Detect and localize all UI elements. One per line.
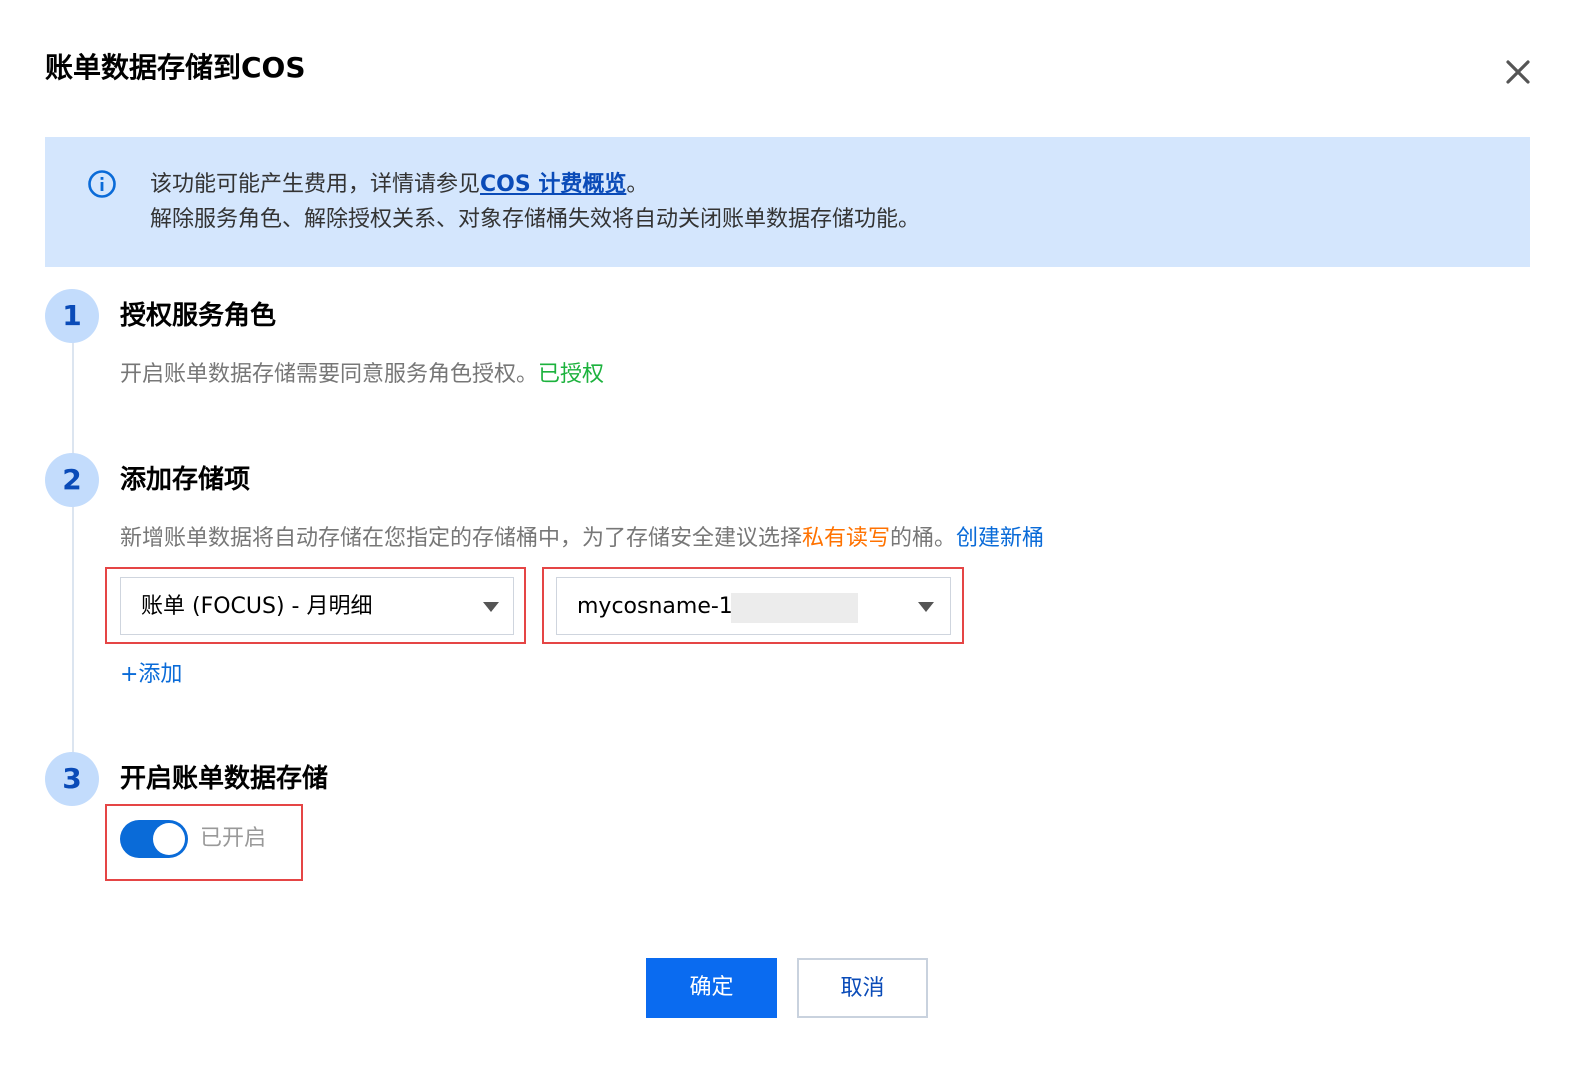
- notice-line-2: 解除服务角色、解除授权关系、对象存储桶失效将自动关闭账单数据存储功能。: [150, 207, 921, 232]
- step-1-desc: 开启账单数据存储需要同意服务角色授权。已授权: [120, 358, 604, 392]
- create-bucket-link[interactable]: 创建新桶: [956, 526, 1044, 551]
- close-icon[interactable]: [1500, 54, 1536, 90]
- chevron-down-icon: [483, 602, 499, 612]
- step-2-desc-text: 新增账单数据将自动存储在您指定的存储桶中，为了存储安全建议选择: [120, 526, 803, 551]
- redaction-mask: [731, 593, 858, 623]
- notice-text-end: 。: [626, 172, 649, 197]
- cos-pricing-link[interactable]: COS 计费概览: [480, 172, 626, 197]
- cancel-button[interactable]: 取消: [797, 958, 928, 1018]
- notice-banner: [45, 137, 1530, 267]
- info-icon: [87, 169, 117, 199]
- chevron-down-icon: [918, 602, 934, 612]
- step-3-title: 开启账单数据存储: [120, 764, 329, 794]
- bill-type-select[interactable]: 账单 (FOCUS) - 月明细: [120, 577, 514, 635]
- bucket-select[interactable]: mycosname-1: [556, 577, 951, 635]
- private-rw-highlight: 私有读写: [802, 526, 891, 551]
- bucket-value: mycosname-1: [577, 594, 733, 619]
- step-3-badge: 3: [45, 752, 99, 806]
- step-2-title: 添加存储项: [120, 465, 251, 495]
- step-2-badge: 2: [45, 453, 99, 507]
- dialog-title: 账单数据存储到COS: [45, 51, 306, 84]
- add-storage-link[interactable]: +添加: [120, 658, 182, 692]
- toggle-status-label: 已开启: [200, 826, 267, 851]
- step-connector: [72, 330, 74, 770]
- step-1-title: 授权服务角色: [120, 301, 277, 331]
- step-1-badge: 1: [45, 289, 99, 343]
- notice-line-1: 该功能可能产生费用，详情请参见COS 计费概览。: [150, 168, 648, 202]
- authorized-status: 已授权: [538, 362, 605, 387]
- step-1-desc-text: 开启账单数据存储需要同意服务角色授权。: [120, 362, 539, 387]
- bill-type-value: 账单 (FOCUS) - 月明细: [141, 594, 373, 619]
- confirm-button[interactable]: 确定: [646, 958, 777, 1018]
- step-2-desc-text-end: 的桶。: [890, 526, 957, 551]
- storage-toggle[interactable]: [120, 820, 188, 858]
- toggle-knob: [153, 823, 185, 855]
- step-2-desc: 新增账单数据将自动存储在您指定的存储桶中，为了存储安全建议选择私有读写的桶。创建…: [120, 522, 1044, 556]
- notice-text: 该功能可能产生费用，详情请参见: [150, 172, 481, 197]
